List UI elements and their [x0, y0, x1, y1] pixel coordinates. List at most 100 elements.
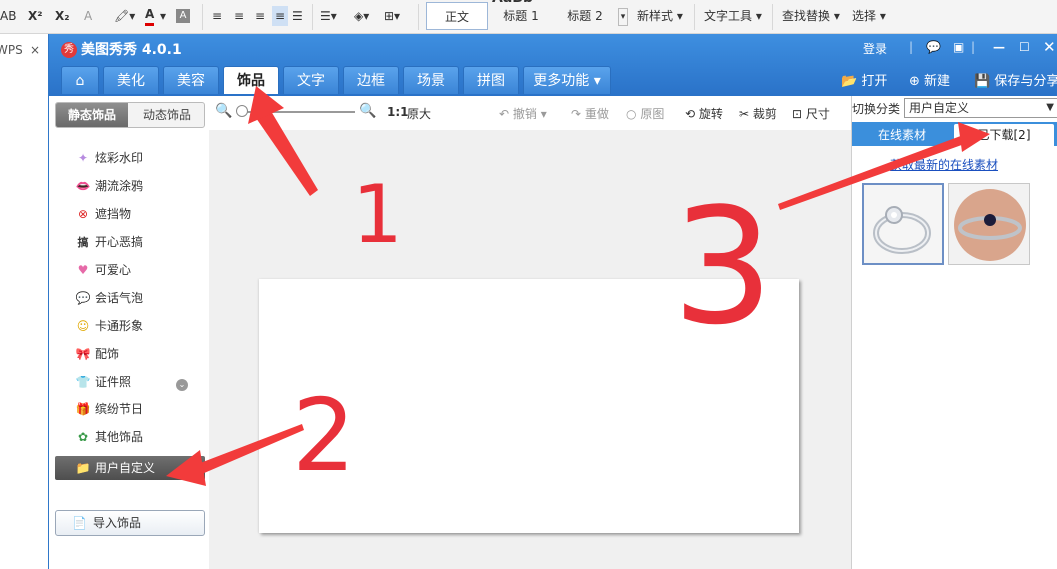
sparkle-icon: ✦: [77, 151, 89, 165]
font-color-button[interactable]: A: [145, 6, 155, 26]
heart-icon: ♥: [77, 263, 89, 277]
tab-collage[interactable]: 拼图: [463, 66, 519, 94]
tab-text[interactable]: 文字: [283, 66, 339, 94]
styles-expand-icon[interactable]: ▾: [618, 8, 628, 26]
undo-icon: ↶: [499, 107, 510, 121]
ratio-label: 1:1: [387, 105, 409, 119]
tab-beautify[interactable]: 美化: [103, 66, 159, 94]
minimize-icon[interactable]: —: [993, 40, 1005, 54]
justify-icon[interactable]: ≡: [272, 6, 289, 26]
size-button[interactable]: ⊡ 尺寸: [792, 105, 830, 122]
border-icon[interactable]: ⊞▾: [384, 6, 400, 26]
close-icon[interactable]: ×: [30, 40, 40, 60]
maximize-icon[interactable]: ☐: [1019, 40, 1030, 54]
style-heading-2[interactable]: 标题 2: [556, 2, 614, 30]
static-accessory-tab[interactable]: 静态饰品: [56, 103, 128, 127]
category-trendy-graffiti[interactable]: 👄 潮流涂鸦: [75, 176, 144, 196]
zoom-out-icon[interactable]: 🔍: [215, 103, 232, 119]
zoom-slider[interactable]: [239, 111, 355, 113]
app-logo-icon: 秀: [61, 42, 77, 58]
rotate-button[interactable]: ⟲ 旋转: [685, 105, 723, 122]
crop-button[interactable]: ✂ 裁剪: [739, 105, 777, 122]
zoom-slider-handle[interactable]: [236, 105, 248, 117]
expand-icon[interactable]: ⌄: [176, 379, 188, 391]
divider: |: [909, 40, 914, 54]
style-normal[interactable]: 正文: [426, 2, 488, 30]
category-cute-heart[interactable]: ♥ 可爱心: [75, 260, 131, 280]
line-spacing-icon[interactable]: ☰▾: [320, 6, 337, 26]
app-title: 美图秀秀 4.0.1: [81, 42, 182, 58]
close-icon[interactable]: ✕: [1043, 38, 1056, 56]
tab-border[interactable]: 边框: [343, 66, 399, 94]
category-other[interactable]: ✿ 其他饰品: [75, 427, 143, 447]
new-style-button[interactable]: 新样式 ▾: [637, 6, 683, 26]
save-share-button[interactable]: 💾 保存与分享: [974, 70, 1057, 89]
tab-makeup[interactable]: 美容: [163, 66, 219, 94]
canvas-toolbar: 🔍 🔍 1:1 原大 ↶ 撤销 ▾ ↷ 重做 ○ 原图 ⟲ 旋转 ✂ 裁剪 ⊡ …: [209, 96, 851, 130]
flower-icon: ✿: [77, 430, 89, 444]
shading-icon[interactable]: ◈▾: [354, 6, 369, 26]
wps-doc-tab[interactable]: WPS ×: [0, 40, 46, 60]
tab-more[interactable]: 更多功能 ▾: [523, 66, 611, 94]
char-shading-icon[interactable]: A: [176, 9, 190, 23]
ring-hand-image: [949, 184, 1029, 264]
category-festival[interactable]: 🎁 缤纷节日: [75, 399, 144, 419]
category-id-photo[interactable]: 👕 证件照: [75, 372, 132, 392]
category-user-defined-row[interactable]: 📁 用户自定义: [55, 456, 205, 480]
superscript-button[interactable]: X²: [28, 6, 43, 26]
align-center-icon[interactable]: ≡: [234, 6, 244, 26]
original-image-button[interactable]: ○ 原图: [626, 105, 664, 122]
category-cover-objects[interactable]: ⊗ 遮挡物: [75, 204, 131, 224]
scissors-icon: ✂: [739, 107, 750, 121]
zoom-in-icon[interactable]: 🔍: [359, 103, 376, 119]
find-replace-button[interactable]: 查找替换 ▾: [782, 6, 840, 26]
category-cartoon[interactable]: ☺ 卡通形象: [75, 316, 143, 336]
text-effect-button[interactable]: AB: [0, 6, 16, 26]
save-icon: 💾: [974, 74, 991, 89]
import-accessory-button[interactable]: 📄 导入饰品: [55, 510, 205, 536]
chevron-down-icon[interactable]: ▾: [160, 6, 166, 26]
menu-icon[interactable]: ▣: [953, 40, 964, 54]
divider: |: [971, 40, 976, 54]
undo-button[interactable]: ↶ 撤销 ▾: [499, 105, 547, 122]
align-left-icon[interactable]: ≡: [212, 6, 222, 26]
tab-scene[interactable]: 场景: [403, 66, 459, 94]
tab-accessories[interactable]: 饰品: [223, 66, 279, 94]
wps-toolbar: AB X² X₂ A 🖍▾ A ▾ A ≡ ≡ ≡ ≡ ☰ ☰▾ ◈▾ ⊞▾ 正…: [0, 0, 1057, 34]
shirt-icon: 👕: [75, 375, 91, 389]
redo-button[interactable]: ↷ 重做: [571, 105, 609, 122]
category-funny-prank[interactable]: 搞开心恶搞: [75, 232, 144, 252]
text-tools-button[interactable]: 文字工具 ▾: [704, 6, 762, 26]
title-bar: 秀 美图秀秀 4.0.1 登录 | 💬 ▣ | — ☐ ✕ ⌂ 美化 美容 饰品…: [49, 34, 1057, 96]
category-ornaments[interactable]: 🎀 配饰: [75, 344, 120, 364]
select-button[interactable]: 选择 ▾: [852, 6, 886, 26]
open-button[interactable]: 📂 打开: [841, 70, 887, 89]
highlight-icon[interactable]: 🖍▾: [114, 6, 135, 26]
distribute-icon[interactable]: ☰: [292, 6, 303, 26]
get-online-materials-link[interactable]: 获取最新的在线素材: [890, 156, 998, 173]
subscript-button[interactable]: X₂: [55, 6, 70, 26]
speech-bubble-icon: 💬: [75, 291, 91, 305]
category-colorful-watermark[interactable]: ✦ 炫彩水印: [75, 148, 143, 168]
image-canvas[interactable]: [259, 279, 799, 533]
original-size-button[interactable]: 原大: [407, 105, 431, 122]
tab-online-materials[interactable]: 在线素材: [852, 124, 952, 146]
new-button[interactable]: ⊕ 新建: [909, 70, 950, 89]
home-icon: ⌂: [75, 73, 85, 89]
bow-icon: 🎀: [75, 347, 91, 361]
folder-icon: 📂: [841, 74, 858, 89]
cartoon-face-icon: ☺: [76, 319, 90, 333]
align-right-icon[interactable]: ≡: [255, 6, 265, 26]
dynamic-accessory-tab[interactable]: 动态饰品: [130, 103, 204, 127]
login-link[interactable]: 登录: [863, 40, 887, 57]
material-thumb-ring-hand[interactable]: [948, 183, 1030, 265]
material-thumb-ring[interactable]: [862, 183, 944, 265]
tab-downloaded[interactable]: 已下载[2]: [954, 124, 1054, 146]
message-icon[interactable]: 💬: [926, 40, 941, 54]
folder-icon: 📁: [75, 461, 91, 475]
clear-format-button[interactable]: A: [84, 6, 92, 26]
category-select[interactable]: 用户自定义 ▼: [904, 98, 1057, 118]
category-speech-bubble[interactable]: 💬 会话气泡: [75, 288, 144, 308]
style-heading-1[interactable]: 标题 1: [492, 2, 550, 30]
tab-home[interactable]: ⌂: [61, 66, 99, 94]
